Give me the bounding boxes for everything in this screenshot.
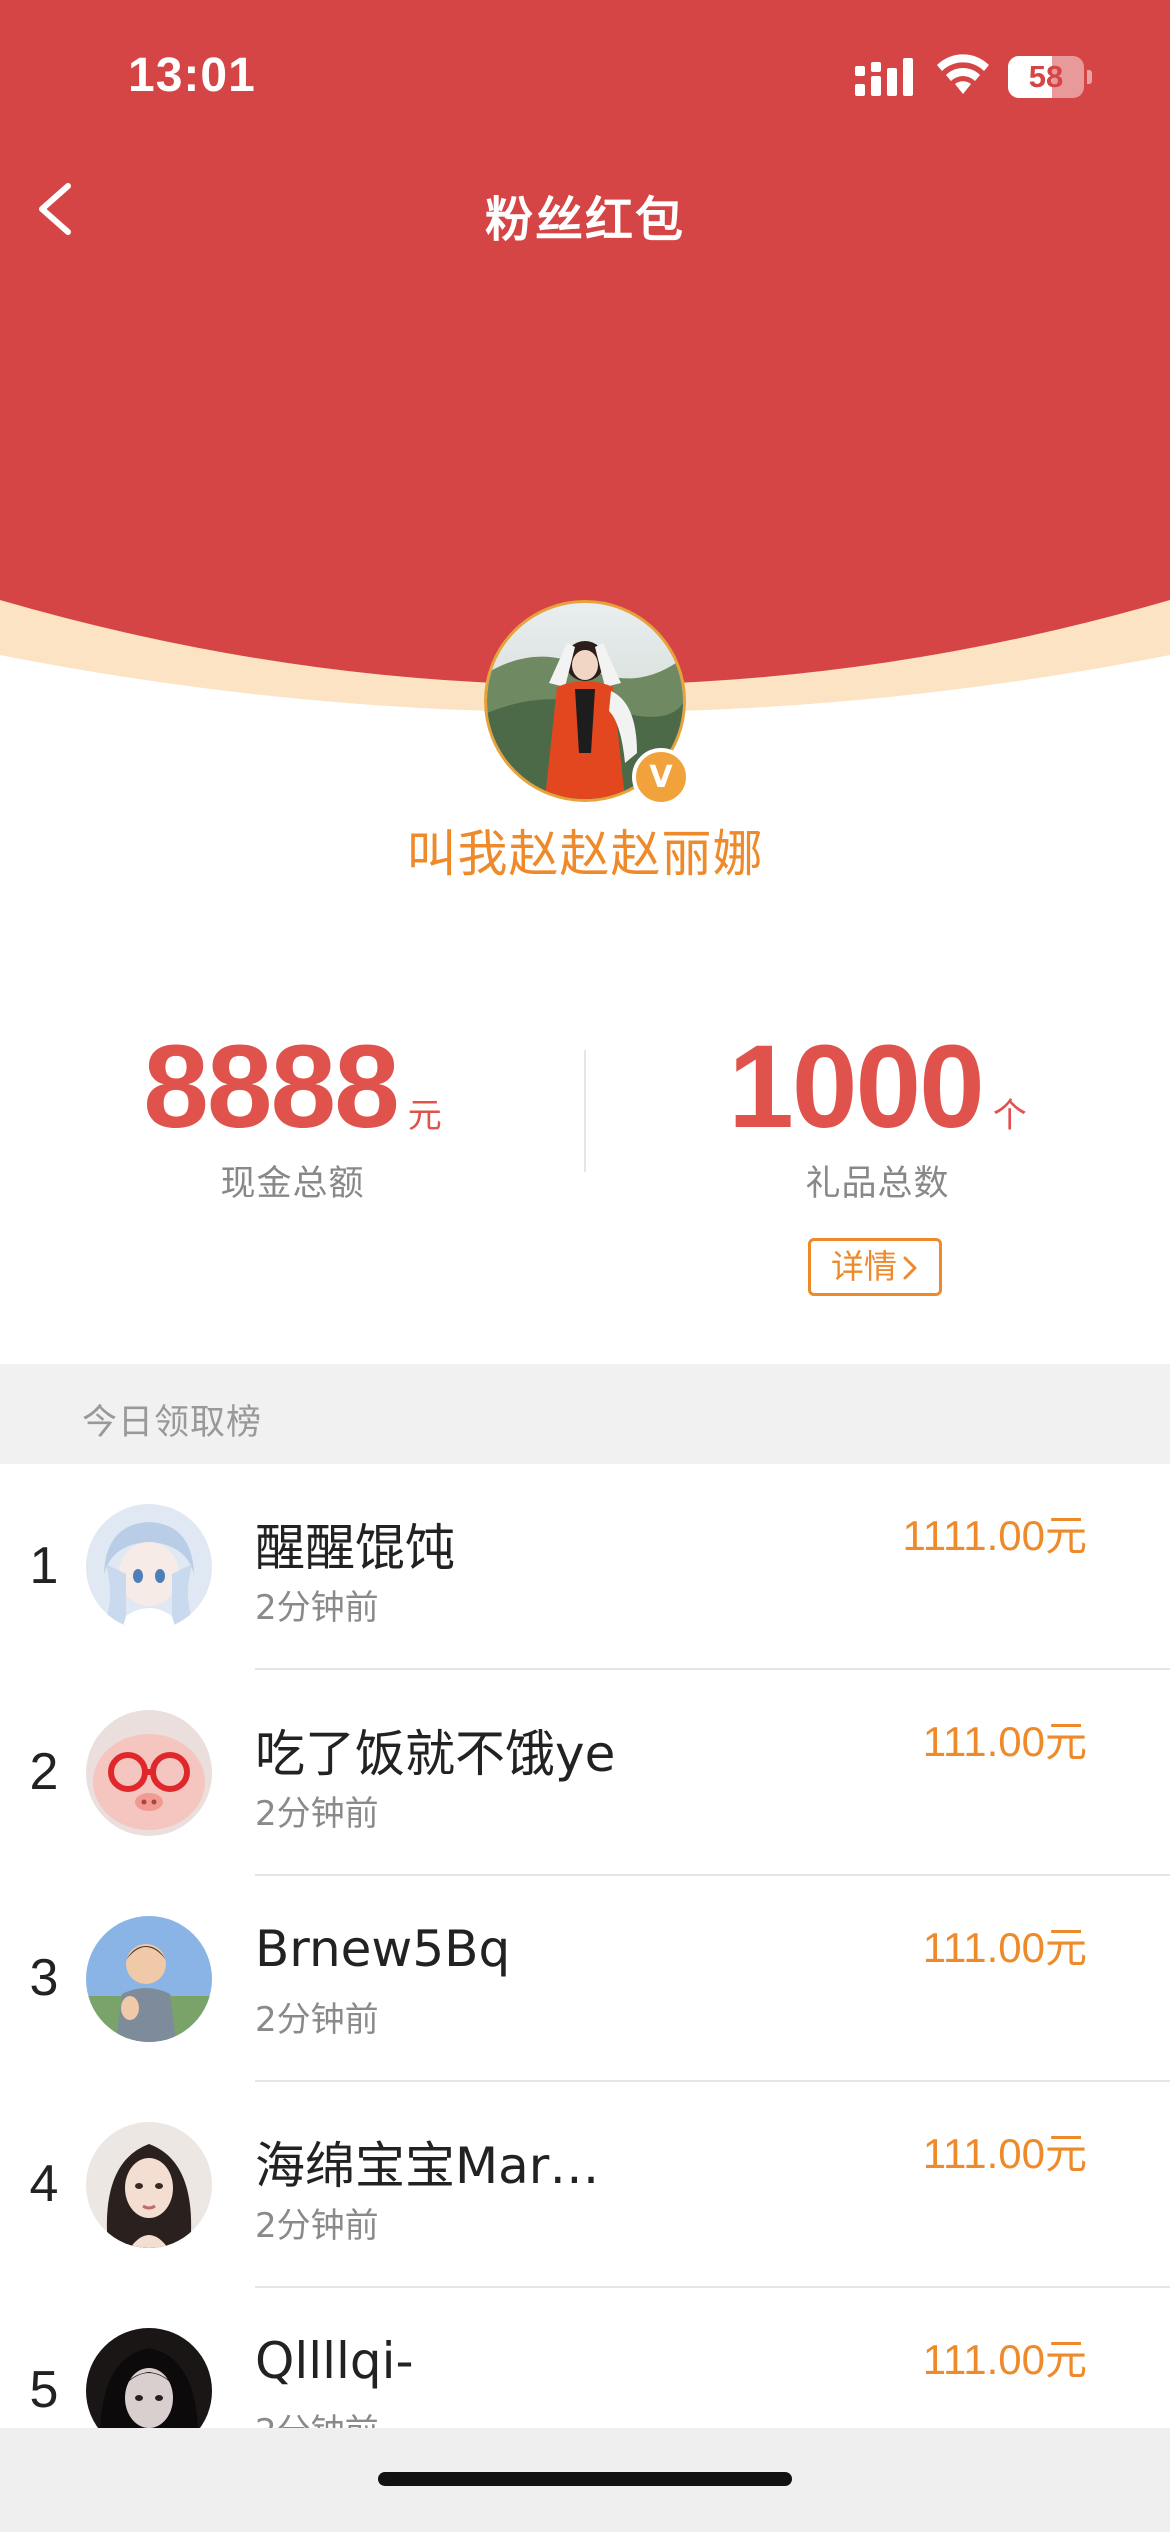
leaderboard-row[interactable]: 1 醒醒馄饨 2分钟前 1111.00元 [0,1464,1170,1670]
battery-icon: 58 [1008,56,1092,98]
cash-total-value: 8888 [143,1021,400,1153]
status-time: 13:01 [128,49,256,102]
rank-number: 3 [29,1949,59,2007]
gift-count-value: 1000 [728,1021,985,1153]
rank-amount: 111.00元 [922,2130,1087,2177]
leaderboard-row[interactable]: 3 Brnew5Bq 2分钟前 111.00元 [0,1876,1170,2082]
page-title: 粉丝红包 [484,192,685,248]
avatar[interactable] [86,1916,212,2042]
rank-username: Brnew5Bq [255,1920,511,1978]
details-button[interactable]: 详情 [808,1238,942,1296]
cash-total-stat: 8888 元 现金总额 [0,1028,585,1290]
battery-level: 58 [1028,59,1064,94]
cash-total-unit: 元 [407,1096,442,1136]
details-button-label: 详情 [831,1247,897,1286]
avatar[interactable] [86,2122,212,2248]
leaderboard-header: 今日领取榜 [0,1364,1170,1464]
leaderboard-row[interactable]: 2 吃了饭就不饿ye 2分钟前 111.00元 [0,1670,1170,1876]
creator-avatar[interactable]: V [484,600,690,806]
status-bar: 13:01 58 [0,0,1170,150]
creator-name: 叫我赵赵赵丽娜 [406,825,764,883]
rank-time: 2分钟前 [255,2000,379,2040]
rank-number: 4 [29,2155,59,2213]
rank-username: 海绵宝宝Mar… [255,2137,600,2195]
cellular-signal-icon [855,58,913,96]
rank-username: 醒醒馄饨 [255,1519,455,1577]
rank-time: 2分钟前 [255,2206,379,2246]
rank-time: 2分钟前 [255,1588,379,1628]
home-indicator[interactable] [378,2472,792,2486]
rank-amount: 111.00元 [922,2336,1087,2383]
leaderboard-list: 1 醒醒馄饨 2分钟前 1111.00元 2 吃了饭就不饿ye 2分钟前 111… [0,1464,1170,2494]
rank-username: Qllllqi- [255,2332,414,2390]
nav-bar: 粉丝红包 [0,150,1170,270]
avatar[interactable] [86,1504,212,1630]
rank-amount: 1111.00元 [902,1512,1087,1559]
cash-total-label: 现金总额 [220,1164,365,1204]
leaderboard-title: 今日领取榜 [82,1403,263,1443]
rank-number: 2 [29,1743,59,1801]
rank-number: 5 [29,2361,59,2419]
leaderboard-row[interactable]: 4 海绵宝宝Mar… 2分钟前 111.00元 [0,2082,1170,2288]
rank-number: 1 [29,1537,59,1595]
verified-badge-icon: V [632,748,690,806]
avatar[interactable] [86,1710,212,1836]
rank-amount: 111.00元 [922,1718,1087,1765]
gift-count-unit: 个 [992,1096,1027,1136]
bottom-bar [0,2428,1170,2532]
rank-username: 吃了饭就不饿ye [255,1725,616,1783]
wifi-icon [937,54,989,94]
gift-count-label: 礼品总数 [805,1164,950,1204]
chevron-right-icon [903,1256,917,1280]
rank-amount: 111.00元 [922,1924,1087,1971]
rank-time: 2分钟前 [255,1794,379,1834]
